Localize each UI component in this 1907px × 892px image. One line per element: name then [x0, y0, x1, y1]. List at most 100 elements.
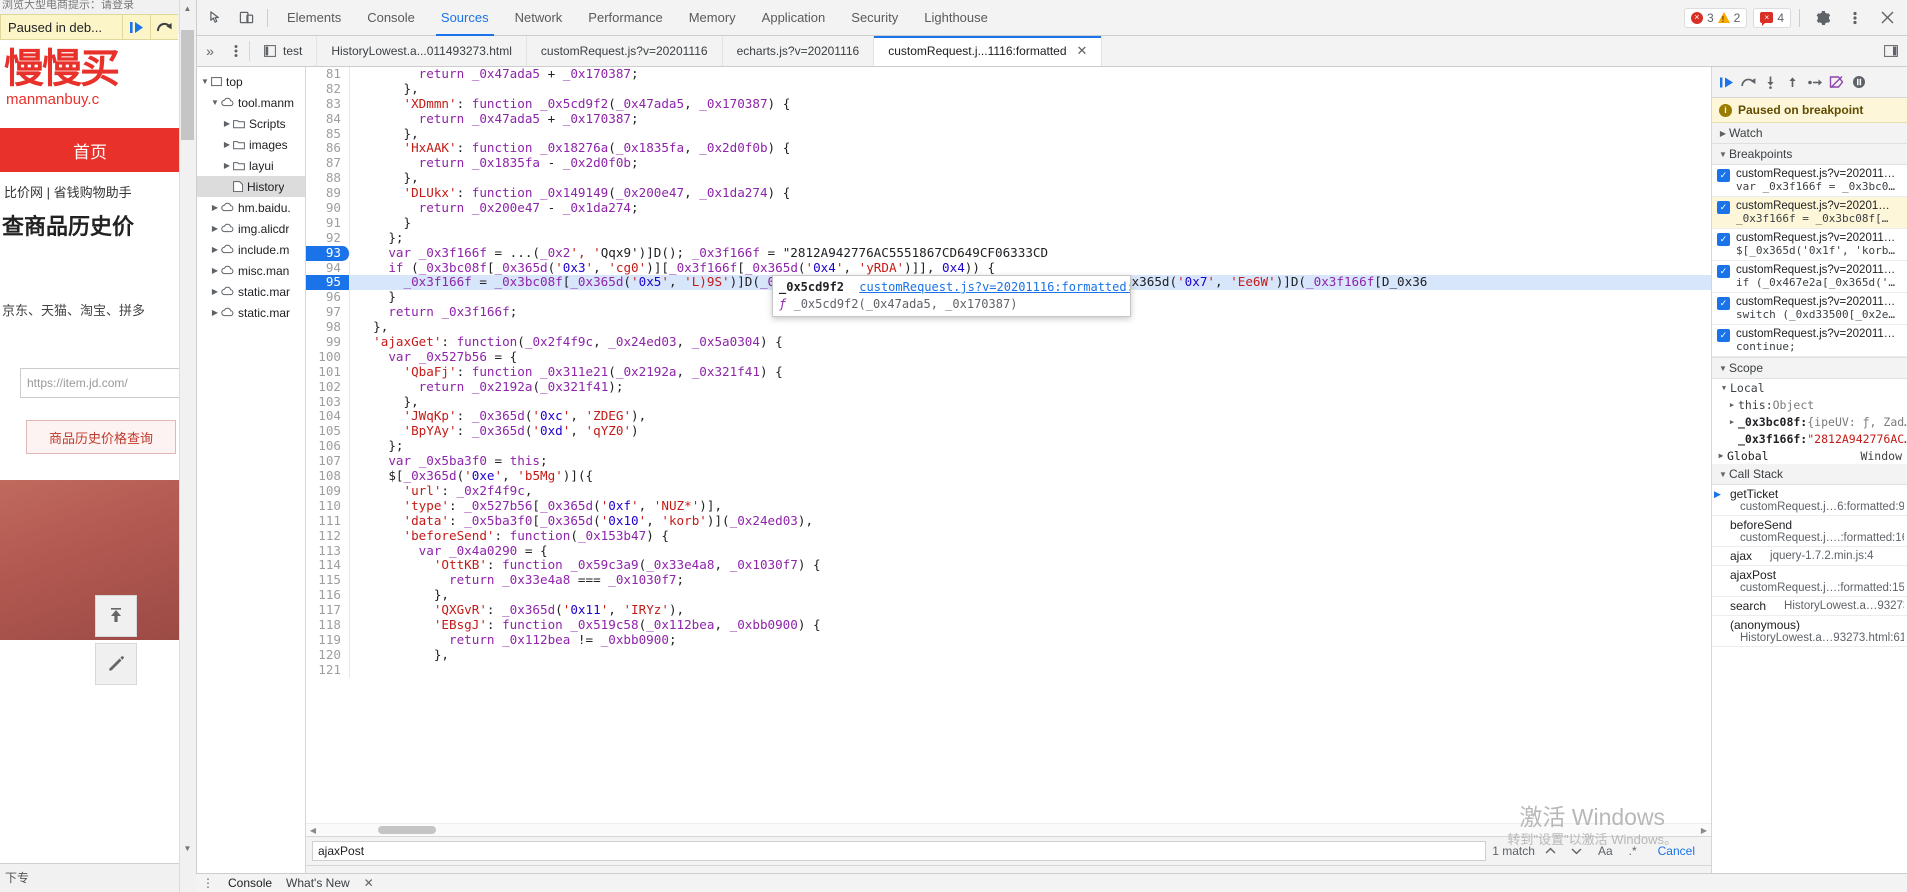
code-line[interactable]: 86 'HxAAK': function _0x18276a(_0x1835fa…: [306, 141, 1711, 156]
line-code[interactable]: 'HxAAK': function _0x18276a(_0x1835fa, _…: [350, 141, 1711, 156]
site-logo[interactable]: 慢慢买 manmanbuy.c: [0, 46, 180, 126]
messages-counter[interactable]: × 4: [1753, 8, 1791, 28]
resume-script-icon[interactable]: [1716, 71, 1737, 93]
tree-node-staticmar-2[interactable]: ▶ static.mar: [197, 302, 305, 323]
breakpoints-section-header[interactable]: ▼ Breakpoints: [1712, 144, 1907, 165]
code-line[interactable]: 114 'OttKB': function _0x59c3a9(_0x33e4a…: [306, 558, 1711, 573]
tab-security[interactable]: Security: [838, 0, 911, 36]
code-line[interactable]: 88 },: [306, 171, 1711, 186]
file-tab-customrequest-formatted[interactable]: customRequest.j...1116:formatted ✕: [874, 36, 1102, 66]
line-number[interactable]: 104: [306, 409, 350, 424]
line-code[interactable]: var _0x4a0290 = {: [350, 544, 1711, 559]
tooltip-source-link[interactable]: customRequest.js?v=20201116:formatted:83: [859, 280, 1130, 294]
file-tab-customrequest[interactable]: customRequest.js?v=20201116: [527, 36, 723, 66]
resume-icon[interactable]: [122, 15, 150, 39]
breakpoint-item[interactable]: ✓ customRequest.js?v=202011… $[_0x365d('…: [1712, 229, 1907, 261]
line-code[interactable]: },: [350, 171, 1711, 186]
scrollbar-track[interactable]: [320, 824, 1697, 836]
line-code[interactable]: return _0x2192a(_0x321f41);: [350, 380, 1711, 395]
code-line[interactable]: 87 return _0x1835fa - _0x2d0f0b;: [306, 156, 1711, 171]
tab-sources[interactable]: Sources: [428, 0, 502, 36]
line-code[interactable]: 'XDmmn': function _0x5cd9f2(_0x47ada5, _…: [350, 97, 1711, 112]
call-stack-frame-getticket[interactable]: ▶ getTicket customRequest.j…6:formatted:…: [1712, 485, 1907, 516]
cancel-search-button[interactable]: Cancel: [1648, 844, 1705, 858]
chevron-up-icon[interactable]: [1541, 841, 1561, 861]
pencil-icon[interactable]: [95, 643, 137, 685]
issues-counter[interactable]: × 3 2: [1684, 8, 1747, 28]
line-code[interactable]: 'data': _0x5ba3f0[_0x365d('0x10', 'korb'…: [350, 514, 1711, 529]
line-code[interactable]: },: [350, 395, 1711, 410]
line-number[interactable]: 99: [306, 335, 350, 350]
line-code[interactable]: 'EBsgJ': function _0x519c58(_0x112bea, _…: [350, 618, 1711, 633]
twisty-icon[interactable]: ▶: [209, 224, 221, 233]
file-tab-echarts[interactable]: echarts.js?v=20201116: [723, 36, 875, 66]
step-out-icon[interactable]: [1782, 71, 1803, 93]
tab-console[interactable]: Console: [354, 0, 428, 36]
line-code[interactable]: };: [350, 439, 1711, 454]
tab-elements[interactable]: Elements: [274, 0, 354, 36]
twisty-icon[interactable]: ▶: [209, 308, 221, 317]
step-icon[interactable]: [1804, 71, 1825, 93]
scope-row-this[interactable]: ▶ this: Object: [1712, 396, 1907, 413]
code-line[interactable]: 101 'QbaFj': function _0x311e21(_0x2192a…: [306, 365, 1711, 380]
line-number[interactable]: 95: [306, 275, 350, 290]
twisty-icon[interactable]: ▶: [221, 140, 233, 149]
tree-node-layui[interactable]: ▶ layui: [197, 155, 305, 176]
tab-network[interactable]: Network: [502, 0, 576, 36]
line-number[interactable]: 115: [306, 573, 350, 588]
code-line[interactable]: 98 },: [306, 320, 1711, 335]
tree-node-imgalicdn[interactable]: ▶ img.alicdr: [197, 218, 305, 239]
code-line[interactable]: 110 'type': _0x527b56[_0x365d('0xf', 'NU…: [306, 499, 1711, 514]
line-code[interactable]: 'ajaxGet': function(_0x2f4f9c, _0x24ed03…: [350, 335, 1711, 350]
twisty-icon[interactable]: ▶: [1726, 401, 1738, 409]
line-code[interactable]: return _0x1835fa - _0x2d0f0b;: [350, 156, 1711, 171]
scope-local-header[interactable]: ▼ Local: [1712, 379, 1907, 396]
code-line[interactable]: 94 if (_0x3bc08f[_0x365d('0x3', 'cg0')][…: [306, 261, 1711, 276]
breakpoint-item[interactable]: ✓ customRequest.js?v=202011… var _0x3f16…: [1712, 165, 1907, 197]
line-code[interactable]: var _0x3f166f = ...(_0x2', 'Qqx9')]D(); …: [350, 246, 1711, 261]
twisty-icon[interactable]: ▶: [1715, 451, 1727, 460]
code-line[interactable]: 117 'QXGvR': _0x365d('0x11', 'IRYz'),: [306, 603, 1711, 618]
line-number[interactable]: 89: [306, 186, 350, 201]
twisty-icon[interactable]: ▶: [209, 203, 221, 212]
line-number[interactable]: 84: [306, 112, 350, 127]
close-icon[interactable]: [1872, 4, 1902, 32]
dock-side-icon[interactable]: [1878, 45, 1904, 57]
line-code[interactable]: },: [350, 588, 1711, 603]
code-line[interactable]: 90 return _0x200e47 - _0x1da274;: [306, 201, 1711, 216]
double-chevron-right-icon[interactable]: »: [197, 36, 223, 66]
code-line[interactable]: 92 };: [306, 231, 1711, 246]
twisty-icon[interactable]: ▼: [1717, 150, 1729, 159]
line-code[interactable]: [350, 663, 1711, 678]
scope-row-0x3bc08f[interactable]: ▶ _0x3bc08f: {ipeUV: ƒ, Zad…: [1712, 413, 1907, 430]
line-code[interactable]: var _0x527b56 = {: [350, 350, 1711, 365]
device-toolbar-icon[interactable]: [231, 4, 261, 32]
search-input[interactable]: [312, 841, 1486, 861]
tab-application[interactable]: Application: [749, 0, 839, 36]
line-number[interactable]: 101: [306, 365, 350, 380]
line-number[interactable]: 100: [306, 350, 350, 365]
tree-node-includem[interactable]: ▶ include.m: [197, 239, 305, 260]
call-stack-frame-ajaxpost[interactable]: ajaxPost customRequest.j…:formatted:15: [1712, 566, 1907, 597]
code-line[interactable]: 102 return _0x2192a(_0x321f41);: [306, 380, 1711, 395]
tab-lighthouse[interactable]: Lighthouse: [911, 0, 1001, 36]
line-code[interactable]: },: [350, 320, 1711, 335]
line-number[interactable]: 90: [306, 201, 350, 216]
product-url-input[interactable]: https://item.jd.com/: [20, 368, 185, 398]
tree-node-top[interactable]: ▼ top: [197, 71, 305, 92]
line-code[interactable]: 'DLUkx': function _0x149149(_0x200e47, _…: [350, 186, 1711, 201]
tree-node-miscman[interactable]: ▶ misc.man: [197, 260, 305, 281]
line-number[interactable]: 88: [306, 171, 350, 186]
scope-row-global[interactable]: ▶ Global Window: [1712, 447, 1907, 464]
code-line[interactable]: 118 'EBsgJ': function _0x519c58(_0x112be…: [306, 618, 1711, 633]
call-stack-section-header[interactable]: ▼ Call Stack: [1712, 464, 1907, 485]
breakpoint-item[interactable]: ✓ customRequest.js?v=20201… _0x3f166f = …: [1712, 197, 1907, 229]
call-stack-frame-search[interactable]: search HistoryLowest.a…93273.html:63: [1712, 597, 1907, 616]
code-line[interactable]: 103 },: [306, 395, 1711, 410]
inspect-element-icon[interactable]: [201, 4, 231, 32]
twisty-icon[interactable]: ▼: [1717, 470, 1729, 479]
line-code[interactable]: return _0x33e4a8 === _0x1030f7;: [350, 573, 1711, 588]
code-line[interactable]: 93 var _0x3f166f = ...(_0x2', 'Qqx9')]D(…: [306, 246, 1711, 261]
line-code[interactable]: 'OttKB': function _0x59c3a9(_0x33e4a8, _…: [350, 558, 1711, 573]
tree-node-toolmanm[interactable]: ▼ tool.manm: [197, 92, 305, 113]
